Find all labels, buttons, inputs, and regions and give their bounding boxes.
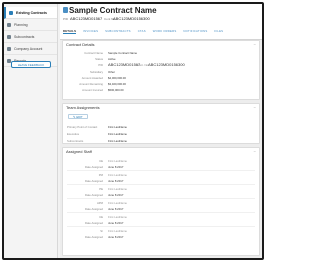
- card-title: Assigned Staff: [66, 149, 92, 154]
- field-value: $4,000,000.00: [108, 76, 126, 80]
- staff-date: June 8 2017: [108, 235, 124, 239]
- pid-label: PID: [63, 17, 69, 21]
- staff-date: June 8 2017: [108, 221, 124, 225]
- field-value: $500,000.00: [108, 88, 124, 92]
- divider: [67, 170, 255, 171]
- tab-bar: DETAILS INVOICES SUBCONTRACTS CTAS WORK …: [60, 27, 262, 35]
- card-header: Assigned Staff −: [63, 148, 259, 155]
- staff-role: APM: [96, 201, 103, 205]
- field-label: PID: [98, 63, 103, 67]
- tab-work-orders[interactable]: WORK ORDERS: [153, 29, 177, 33]
- staff-date: June 8 2017: [108, 165, 124, 169]
- field-value: ABC123MD01567: [108, 62, 141, 67]
- collapse-icon[interactable]: −: [254, 105, 256, 110]
- date-label: Date Assigned: [84, 179, 103, 183]
- field-value: First LastName: [108, 125, 127, 129]
- edit-button[interactable]: ✎ EDIT: [68, 114, 88, 119]
- assigned-staff-card: Assigned Staff − CE First LastName Date …: [62, 147, 260, 256]
- divider: [67, 212, 255, 213]
- page-header: Sample Contract Name PID ABC123MD01567 C…: [60, 4, 262, 40]
- tab-details[interactable]: DETAILS: [63, 29, 77, 34]
- staff-role: CE: [99, 215, 103, 219]
- date-label: Date Assigned: [84, 221, 103, 225]
- staff-role: PE: [99, 187, 103, 191]
- tab-files[interactable]: FILES: [214, 29, 223, 33]
- staff-name: First LastName: [108, 187, 127, 191]
- card-header: Team Assignments −: [63, 104, 259, 111]
- company-icon: [7, 46, 11, 51]
- pencil-icon: ✎: [73, 114, 76, 119]
- pid-value: ABC123MD01567: [70, 16, 103, 21]
- field-value: First LastName: [108, 132, 127, 136]
- field-value: ABC123MD0156300: [148, 62, 185, 67]
- sidebar: Existing Contracts Planning Subcontracts…: [4, 4, 58, 258]
- sidebar-item-label: Existing Contracts: [16, 10, 47, 15]
- field-label: Amount Remaining: [79, 82, 103, 86]
- planning-icon: [7, 22, 11, 27]
- team-assignments-card: Team Assignments − ✎ EDIT Primary Point …: [62, 103, 260, 144]
- staff-date: June 8 2017: [108, 179, 124, 183]
- collapse-icon[interactable]: −: [254, 149, 256, 154]
- field-value: Active: [108, 57, 116, 61]
- date-label: Date Assigned: [84, 235, 103, 239]
- staff-role: Sr: [100, 229, 103, 233]
- staff-role: PM: [98, 173, 103, 177]
- main-content: Sample Contract Name PID ABC123MD01567 C…: [60, 4, 262, 258]
- staff-name: First LastName: [108, 159, 127, 163]
- divider: [67, 184, 255, 185]
- card-title: Contract Details: [66, 42, 95, 47]
- divider: [67, 198, 255, 199]
- staff-name: First LastName: [108, 229, 127, 233]
- staff-date: June 8 2017: [108, 207, 124, 211]
- field-label: Amount Awarded: [81, 76, 103, 80]
- contracts-icon: [9, 10, 13, 15]
- sidebar-item-label: Planning: [14, 22, 28, 27]
- tab-notifications[interactable]: NOTIFICATIONS: [183, 29, 207, 33]
- sidebar-item-subcontracts[interactable]: Subcontracts: [4, 31, 57, 43]
- field-label: Subsidiary: [89, 70, 103, 74]
- field-label: Subcontracts: [67, 139, 84, 143]
- contract-no-value: ABC123MD0156300: [113, 16, 150, 21]
- subcontracts-icon: [7, 34, 11, 39]
- field-label: Executive: [67, 132, 80, 136]
- card-title: Team Assignments: [66, 105, 100, 110]
- staff-role: CE: [99, 159, 103, 163]
- app-window: Existing Contracts Planning Subcontracts…: [2, 2, 264, 260]
- sidebar-item-label: Subcontracts: [14, 34, 35, 39]
- field-value: Other: [108, 70, 115, 74]
- field-label: Contract Name: [84, 51, 103, 55]
- field-value: First LastName: [108, 139, 127, 143]
- date-label: Date Assigned: [84, 193, 103, 197]
- staff-date: June 8 2017: [108, 193, 124, 197]
- contract-details-card: Contract Details − Contract Name Sample …: [62, 40, 260, 100]
- date-label: Date Assigned: [84, 207, 103, 211]
- edit-label: EDIT: [76, 114, 83, 119]
- leave-feedback-button[interactable]: LEAVE FEEDBACK: [11, 61, 51, 68]
- collapse-icon[interactable]: −: [254, 42, 256, 47]
- field-label: Amount Invoiced: [82, 88, 103, 92]
- staff-name: First LastName: [108, 201, 127, 205]
- divider: [67, 226, 255, 227]
- tab-ctas[interactable]: CTAS: [138, 29, 146, 33]
- field-value: Sample Contract Name: [108, 51, 138, 55]
- sidebar-item-label: Company Account: [14, 46, 43, 51]
- tab-subcontracts[interactable]: SUBCONTRACTS: [105, 29, 131, 33]
- staff-name: First LastName: [108, 173, 127, 177]
- field-label: Primary Point of Contact: [67, 125, 98, 129]
- sidebar-item-existing-contracts[interactable]: Existing Contracts: [4, 7, 57, 19]
- card-header: Contract Details −: [63, 41, 259, 48]
- sidebar-item-company-account[interactable]: Company Account: [4, 43, 57, 55]
- staff-name: First LastName: [108, 215, 127, 219]
- sidebar-item-planning[interactable]: Planning: [4, 19, 57, 31]
- page-title: Sample Contract Name: [69, 6, 157, 15]
- date-label: Date Assigned: [84, 165, 103, 169]
- document-icon: [63, 7, 68, 13]
- field-value: $3,400,000.00: [108, 82, 126, 86]
- field-label: Status: [95, 57, 103, 61]
- tab-invoices[interactable]: INVOICES: [83, 29, 98, 33]
